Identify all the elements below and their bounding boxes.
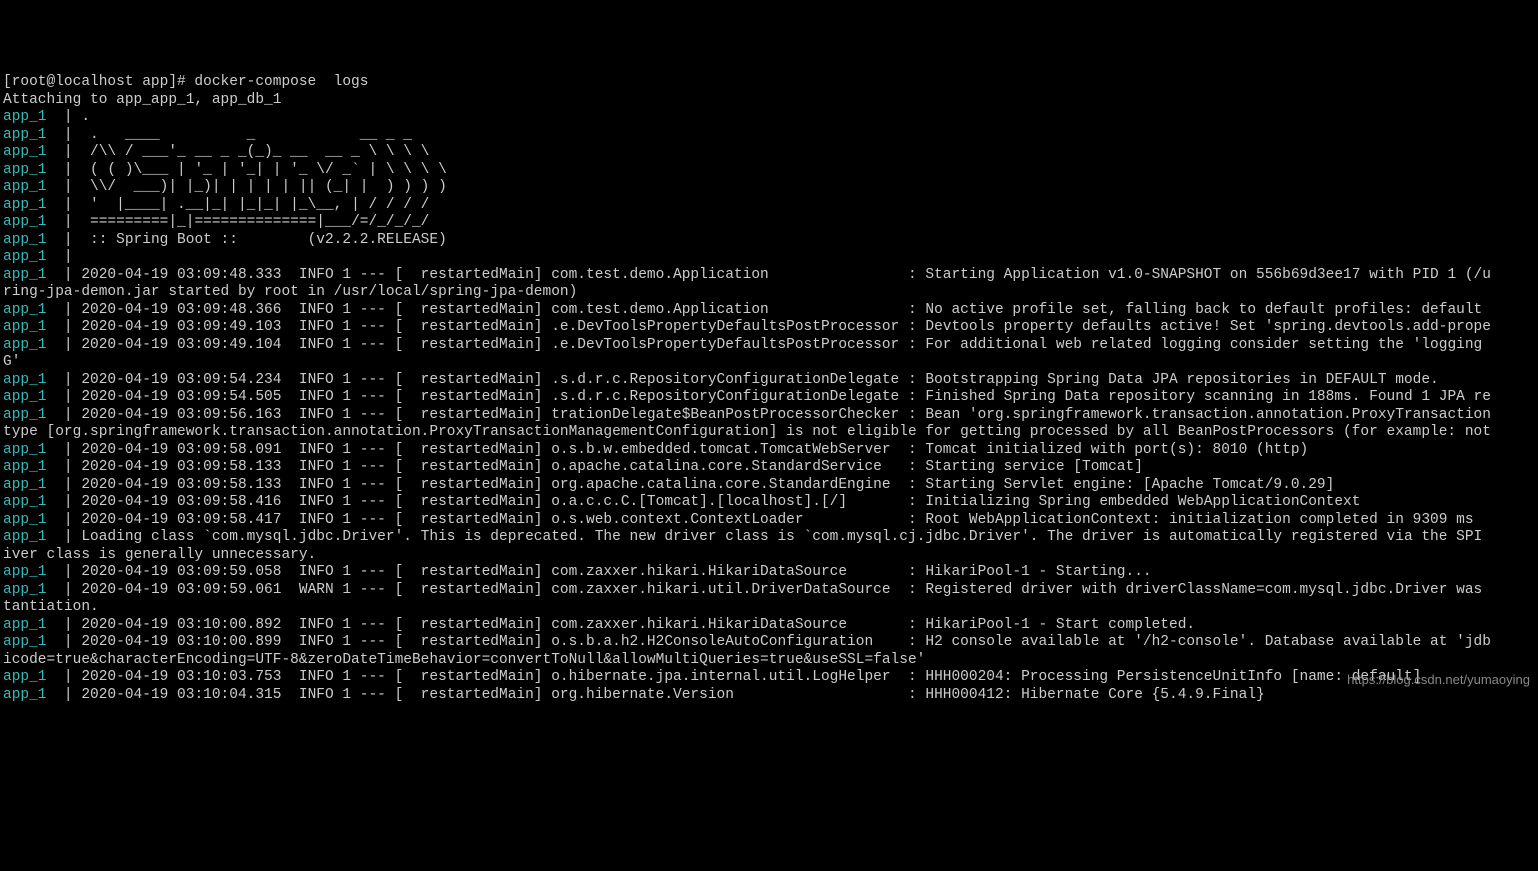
log-line: app_1 | ( ( )\___ | '_ | '_| | '_ \/ _` … [3,162,1535,180]
log-line: app_1 | 2020-04-19 03:10:00.892 INFO 1 -… [3,617,1535,635]
log-line: app_1 | 2020-04-19 03:09:56.163 INFO 1 -… [3,407,1535,425]
log-line: G' [3,354,1535,372]
log-line: app_1 | 2020-04-19 03:09:58.091 INFO 1 -… [3,442,1535,460]
shell-prompt[interactable]: [root@localhost app]# docker-compose log… [3,74,1535,92]
log-line: app_1 | \\/ ___)| |_)| | | | | || (_| | … [3,179,1535,197]
log-line: app_1 | 2020-04-19 03:10:04.315 INFO 1 -… [3,687,1535,705]
log-line: app_1 | Loading class `com.mysql.jdbc.Dr… [3,529,1535,547]
log-line: icode=true&characterEncoding=UTF-8&zeroD… [3,652,1535,670]
log-line: iver class is generally unnecessary. [3,547,1535,565]
log-line: app_1 | 2020-04-19 03:09:54.505 INFO 1 -… [3,389,1535,407]
log-line: tantiation. [3,599,1535,617]
log-line: app_1 | 2020-04-19 03:09:58.133 INFO 1 -… [3,459,1535,477]
log-line: app_1 | [3,249,1535,267]
watermark-text: https://blog.csdn.net/yumaoying [1347,671,1530,689]
log-line: app_1 | :: Spring Boot :: (v2.2.2.RELEAS… [3,232,1535,250]
log-line: app_1 | 2020-04-19 03:09:59.061 WARN 1 -… [3,582,1535,600]
log-line: ring-jpa-demon.jar started by root in /u… [3,284,1535,302]
log-line: app_1 | 2020-04-19 03:09:48.333 INFO 1 -… [3,267,1535,285]
log-line: app_1 | 2020-04-19 03:10:03.753 INFO 1 -… [3,669,1535,687]
log-line: app_1 | . [3,109,1535,127]
attach-line: Attaching to app_app_1, app_db_1 [3,92,1535,110]
log-line: app_1 | 2020-04-19 03:09:58.417 INFO 1 -… [3,512,1535,530]
log-line: app_1 | . ____ _ __ _ _ [3,127,1535,145]
log-line: app_1 | 2020-04-19 03:09:54.234 INFO 1 -… [3,372,1535,390]
log-line: app_1 | 2020-04-19 03:09:49.103 INFO 1 -… [3,319,1535,337]
log-line: app_1 | 2020-04-19 03:09:58.416 INFO 1 -… [3,494,1535,512]
log-line: app_1 | ' |____| .__|_| |_|_| |_\__, | /… [3,197,1535,215]
log-line: app_1 | 2020-04-19 03:09:59.058 INFO 1 -… [3,564,1535,582]
log-line: app_1 | /\\ / ___'_ __ _ _(_)_ __ __ _ \… [3,144,1535,162]
log-line: app_1 | 2020-04-19 03:09:48.366 INFO 1 -… [3,302,1535,320]
log-line: app_1 | 2020-04-19 03:10:00.899 INFO 1 -… [3,634,1535,652]
log-line: app_1 | 2020-04-19 03:09:58.133 INFO 1 -… [3,477,1535,495]
log-line: app_1 | =========|_|==============|___/=… [3,214,1535,232]
log-line: type [org.springframework.transaction.an… [3,424,1535,442]
terminal-output[interactable]: [root@localhost app]# docker-compose log… [0,70,1538,766]
log-line: app_1 | 2020-04-19 03:09:49.104 INFO 1 -… [3,337,1535,355]
